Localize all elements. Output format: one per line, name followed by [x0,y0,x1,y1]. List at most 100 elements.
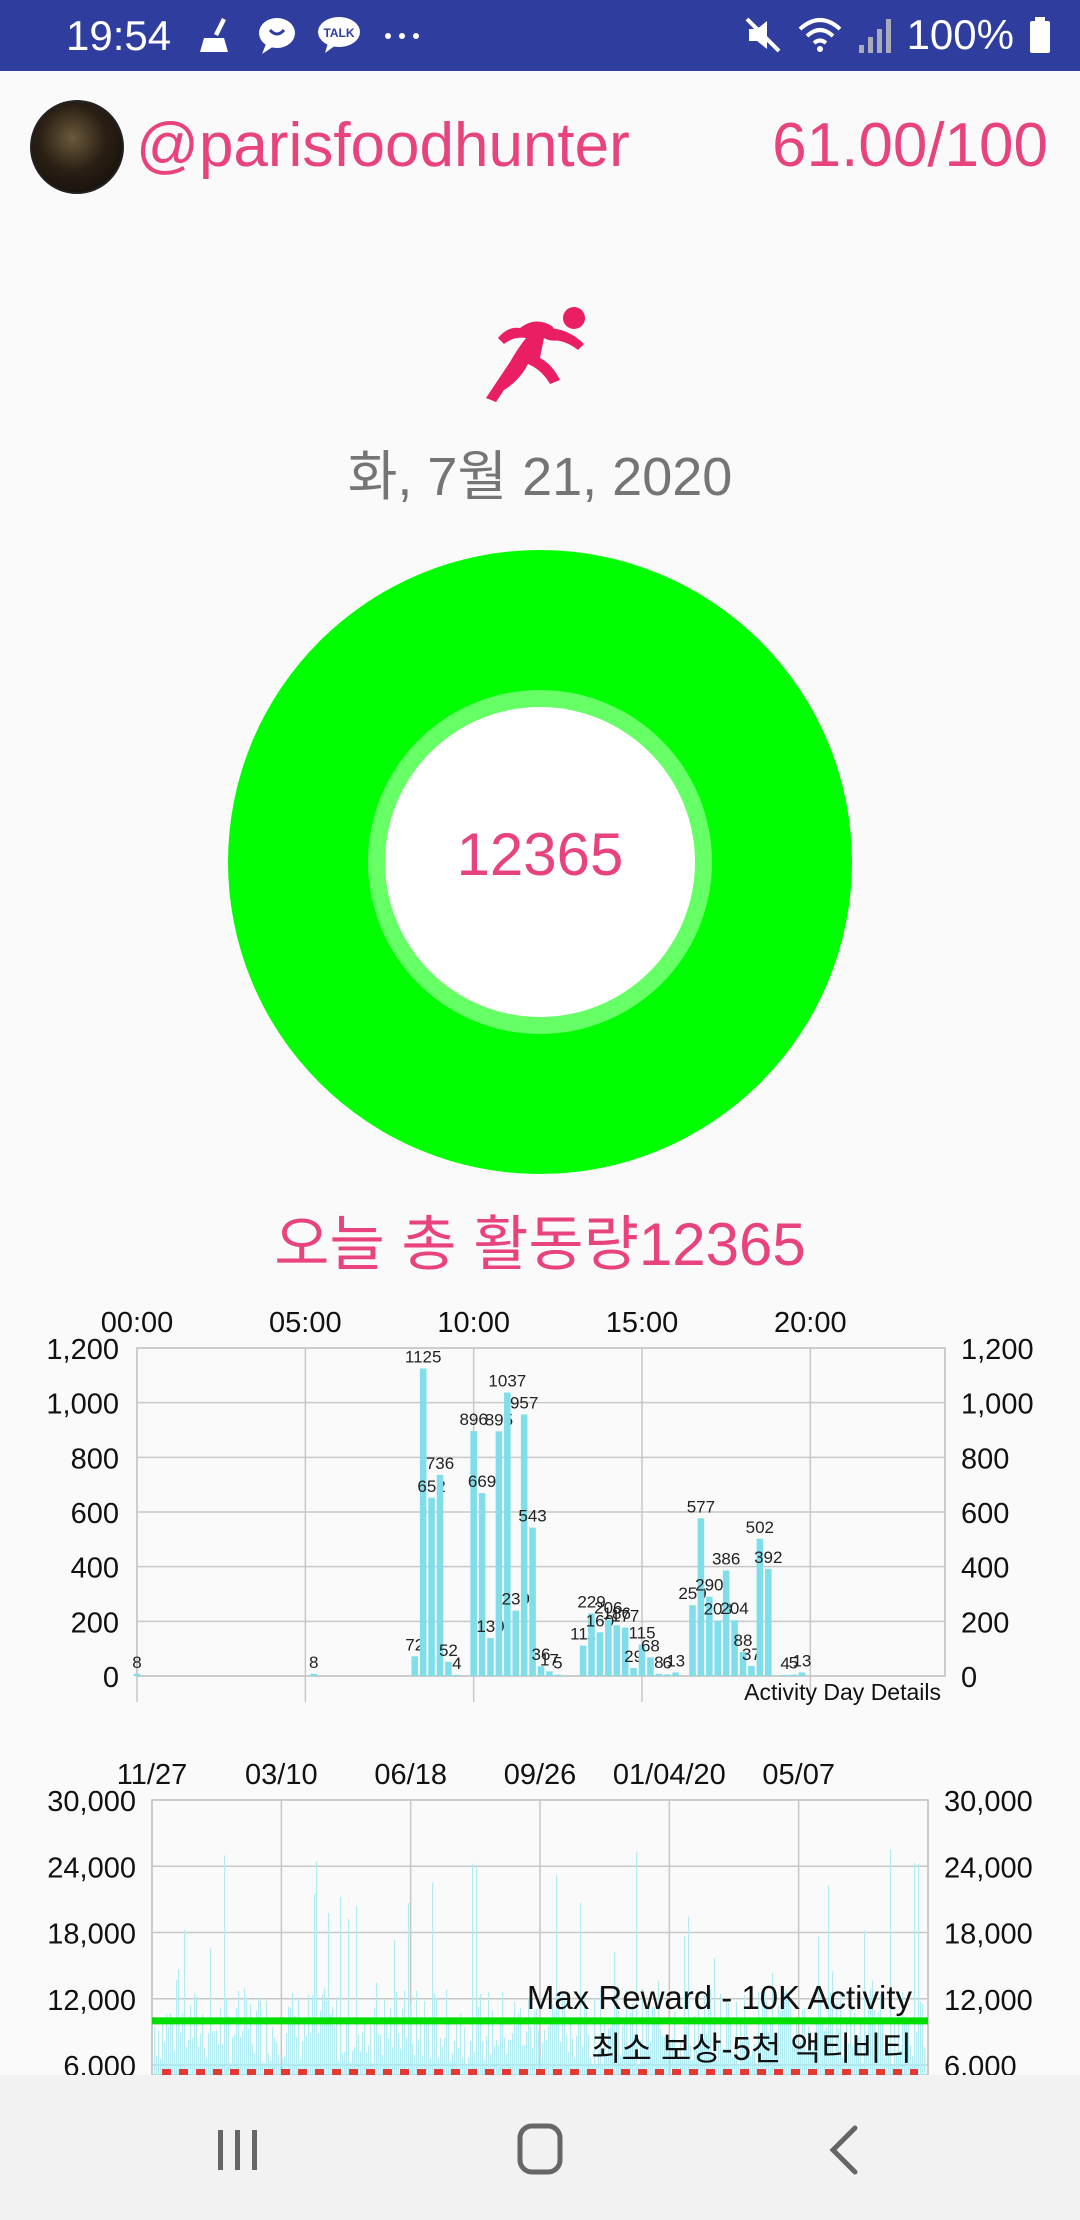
history-bar [378,2033,380,2075]
x-tick-label: 06/18 [374,1759,447,1791]
history-bar [344,2051,346,2075]
history-bar [500,2023,502,2075]
x-tick-label: 11/27 [117,1759,187,1791]
history-bar [240,2037,242,2075]
day-activity-chart: 0 0 200 200 400 400 600 600 800 800 1,000 1,000 1,20… [46,1307,1033,1705]
ring-steps-value: 12365 [456,821,624,888]
history-bar [278,2054,280,2075]
chart-bar [133,1673,141,1676]
history-bar [192,2037,194,2075]
bar-value-label: 543 [518,1507,546,1526]
history-bar [376,1982,378,2075]
history-bar [184,1929,186,2075]
avatar[interactable] [30,100,124,194]
chart-bar [647,1657,654,1676]
bar-value-label: 896 [459,1410,487,1429]
history-bar [180,2032,182,2075]
history-bar [154,2027,156,2075]
history-bar [498,2045,500,2075]
chart-bar [504,1392,511,1676]
runner-icon [486,307,585,402]
chart-bar [781,1674,789,1676]
history-bar [538,2029,540,2075]
chart-bar [714,1620,722,1676]
history-bar [196,1996,198,2075]
chart-bar [428,1497,435,1676]
bar-value-label: 386 [712,1549,740,1568]
chart-bar [478,1493,486,1676]
history-bar [916,2031,918,2075]
history-bar [496,2039,498,2075]
history-bar [434,1993,436,2075]
history-bar [312,1995,314,2075]
bar-value-label: 1125 [405,1348,442,1367]
x-tick-label: 10:00 [437,1307,510,1339]
history-bar [462,2057,464,2075]
recent-apps-icon[interactable] [188,2120,288,2180]
notification-icons: TALK [196,12,424,58]
bar-value-label: 13 [792,1651,811,1670]
history-bar [548,2026,550,2075]
chart-bar [445,1661,452,1676]
x-tick-label: 15:00 [606,1307,679,1339]
signal-icon [858,19,891,53]
bar-value-label: 577 [687,1497,715,1516]
history-bar [172,2021,174,2075]
history-bar [318,2032,320,2075]
home-icon[interactable] [490,2120,590,2180]
system-icons: 100% [743,11,1052,58]
history-bar [208,2033,210,2075]
y-tick-label-left: 6,000 [63,2051,136,2075]
chart-bar [596,1632,604,1676]
history-bar [190,2005,192,2075]
history-bar [456,2024,458,2075]
kakaotalk-icon: TALK [318,17,360,53]
chart-bar [453,1674,461,1676]
history-bar [516,2025,518,2075]
history-bar [920,2001,922,2075]
bar-value-label: 4 [452,1654,461,1673]
history-bar [176,1980,178,2075]
more-dots-icon [385,33,419,39]
history-bar [466,2064,468,2075]
y-tick-label-right: 30,000 [944,1786,1033,1818]
history-bar [194,1993,196,2075]
history-bar [922,2004,924,2075]
x-tick-label: 09/26 [504,1759,577,1791]
history-bar [356,1906,358,2075]
history-bar [188,2039,190,2075]
history-bar [444,2037,446,2075]
chart-bar [419,1368,427,1676]
chart-bar [672,1672,679,1676]
chart-bar [579,1645,587,1676]
history-bar [476,1867,478,2075]
history-bar [274,2037,276,2075]
x-tick-label: 01/04/20 [613,1759,726,1791]
history-bar [570,2020,572,2075]
y-tick-label-right: 12,000 [944,1985,1033,2017]
y-tick-label-right: 600 [961,1498,1009,1530]
navigation-bar [0,2075,1080,2220]
history-bar [392,2047,394,2075]
bar-value-label: 8 [309,1653,318,1672]
history-bar [348,1919,350,2075]
history-bar [582,2045,584,2075]
chart-bar [748,1665,755,1676]
history-bar [238,1991,240,2075]
history-bar [360,2051,362,2075]
chart-bar [790,1674,797,1676]
x-tick-label: 03/10 [245,1759,318,1791]
wifi-icon [798,18,841,52]
chart-bar [764,1568,772,1676]
history-bar [428,2017,430,2075]
history-bar [924,2047,926,2075]
bar-value-label: 392 [754,1548,782,1567]
y-tick-label-left: 200 [71,1607,119,1639]
history-bar [228,2015,230,2075]
back-icon[interactable] [795,2120,895,2180]
y-tick-label-right: 18,000 [944,1919,1033,1951]
history-bar [244,1988,246,2075]
history-bar [248,2028,250,2075]
chart-bar [655,1673,663,1676]
history-bar [432,1882,434,2075]
